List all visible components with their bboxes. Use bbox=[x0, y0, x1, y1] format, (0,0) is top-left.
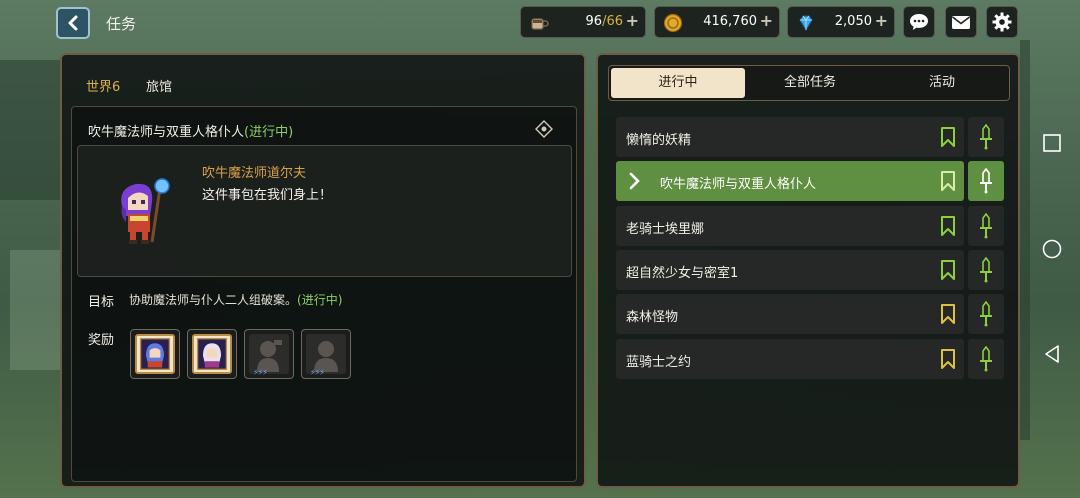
gold-coin-icon bbox=[663, 13, 683, 33]
objective-description: 协助魔法师与仆人二人组破案。 bbox=[129, 293, 298, 307]
place-label: 旅馆 bbox=[146, 80, 173, 95]
sword-icon bbox=[980, 124, 992, 150]
sword-icon bbox=[980, 346, 992, 372]
sword-icon bbox=[980, 301, 992, 327]
coffee-cup-icon bbox=[531, 18, 549, 30]
sword-icon bbox=[980, 213, 992, 239]
quest-track-button[interactable] bbox=[968, 206, 1004, 246]
bookmark-icon[interactable] bbox=[940, 216, 956, 236]
gem-add-button[interactable]: + bbox=[875, 11, 888, 30]
back-triangle-icon[interactable] bbox=[1041, 343, 1063, 365]
quest-name: 森林怪物 bbox=[626, 310, 679, 325]
objective-status: (进行中) bbox=[297, 293, 343, 307]
tab-all-quests[interactable]: 全部任务 bbox=[743, 68, 877, 98]
bookmark-icon[interactable] bbox=[940, 260, 956, 280]
quest-name: 蓝骑士之约 bbox=[626, 355, 692, 370]
npc-name: 吹牛魔法师道尔夫 bbox=[202, 166, 307, 181]
quest-list-item[interactable]: 老骑士埃里娜 bbox=[616, 206, 964, 246]
wizard-npc-sprite bbox=[121, 178, 170, 244]
objective-text: 协助魔法师与仆人二人组破案。(进行中) bbox=[129, 291, 342, 308]
hero-card-icon bbox=[135, 334, 175, 374]
quest-track-button[interactable] bbox=[968, 117, 1004, 157]
quest-list-item[interactable]: 森林怪物 bbox=[616, 294, 964, 334]
reward-slot[interactable]: ⚡⚡⚡ bbox=[301, 329, 351, 379]
quest-track-button[interactable] bbox=[968, 339, 1004, 379]
background-scenery bbox=[10, 250, 60, 370]
gem-value: 2,050 bbox=[834, 14, 872, 29]
quest-track-button[interactable] bbox=[968, 161, 1004, 201]
npc-dialog-box: 吹牛魔法师道尔夫 这件事包在我们身上！ bbox=[77, 145, 572, 277]
tab-events[interactable]: 活动 bbox=[875, 68, 1009, 98]
quest-list-item[interactable]: 蓝骑士之约 bbox=[616, 339, 964, 379]
quest-list-item-selected[interactable]: 吹牛魔法师与双重人格仆人 bbox=[616, 161, 964, 201]
stamina-counter[interactable]: 96/66 + bbox=[520, 6, 646, 38]
reward-label: 奖励 bbox=[88, 333, 115, 348]
settings-button[interactable] bbox=[986, 6, 1018, 38]
quest-status: (进行中) bbox=[244, 125, 294, 140]
stamina-add-button[interactable]: + bbox=[626, 11, 639, 30]
quest-list-item[interactable]: 超自然少女与密室1 bbox=[616, 250, 964, 290]
gold-add-button[interactable]: + bbox=[760, 11, 773, 30]
locate-target-icon[interactable] bbox=[535, 120, 553, 138]
chat-bubble-icon bbox=[910, 14, 928, 30]
gold-counter[interactable]: 416,760 + bbox=[654, 6, 780, 38]
npc-dialogue: 这件事包在我们身上！ bbox=[202, 188, 333, 203]
reward-grade: ⚡⚡⚡ bbox=[310, 368, 325, 377]
tab-in-progress[interactable]: 进行中 bbox=[611, 68, 745, 98]
recent-apps-icon[interactable] bbox=[1041, 132, 1063, 154]
chat-button[interactable] bbox=[903, 6, 935, 38]
reward-slot[interactable] bbox=[187, 329, 237, 379]
quest-track-button[interactable] bbox=[968, 294, 1004, 334]
sword-icon bbox=[980, 257, 992, 283]
quest-name: 超自然少女与密室1 bbox=[626, 266, 739, 281]
world-label: 世界6 bbox=[86, 80, 121, 95]
quest-name: 老骑士埃里娜 bbox=[626, 222, 705, 237]
reward-grade: ⚡⚡⚡ bbox=[253, 368, 268, 377]
quest-detail-panel: 世界6 旅馆 吹牛魔法师与双重人格仆人(进行中) 吹牛魔法师道尔夫 这件事包在我… bbox=[60, 53, 586, 488]
quest-tabs: 进行中 全部任务 活动 bbox=[608, 65, 1010, 101]
bookmark-icon[interactable] bbox=[940, 349, 956, 369]
back-button[interactable] bbox=[56, 7, 90, 39]
mail-button[interactable] bbox=[945, 6, 977, 38]
diamond-gem-icon bbox=[799, 15, 813, 31]
background-scenery bbox=[0, 60, 60, 200]
system-nav-bar bbox=[1025, 0, 1080, 498]
page-title: 任务 bbox=[106, 15, 137, 33]
reward-slot[interactable] bbox=[130, 329, 180, 379]
stamina-current: 96 bbox=[585, 14, 603, 29]
home-icon[interactable] bbox=[1041, 238, 1063, 260]
quest-name: 懒惰的妖精 bbox=[626, 133, 692, 148]
gold-value: 416,760 bbox=[703, 14, 757, 29]
chevron-left-icon bbox=[68, 15, 78, 31]
envelope-icon bbox=[952, 16, 970, 29]
quest-list-item[interactable]: 懒惰的妖精 bbox=[616, 117, 964, 157]
gear-icon bbox=[992, 12, 1012, 32]
quest-name: 吹牛魔法师与双重人格仆人 bbox=[660, 177, 817, 192]
quest-track-button[interactable] bbox=[968, 250, 1004, 290]
quest-detail-box: 吹牛魔法师与双重人格仆人(进行中) 吹牛魔法师道尔夫 这件事包在我们身上！ 目标… bbox=[71, 106, 577, 482]
sword-icon bbox=[980, 168, 992, 194]
quest-title: 吹牛魔法师与双重人格仆人(进行中) bbox=[88, 121, 293, 140]
bookmark-icon[interactable] bbox=[940, 127, 956, 147]
hero-card-icon bbox=[192, 334, 232, 374]
gem-counter[interactable]: 2,050 + bbox=[787, 6, 895, 38]
quest-list-panel: 进行中 全部任务 活动 懒惰的妖精 吹牛魔法师与双重人格仆人 老骑士埃里娜 超自… bbox=[596, 53, 1020, 488]
bookmark-icon[interactable] bbox=[940, 171, 956, 191]
objective-label: 目标 bbox=[88, 295, 115, 310]
quest-title-text: 吹牛魔法师与双重人格仆人 bbox=[88, 125, 245, 140]
bookmark-icon[interactable] bbox=[940, 304, 956, 324]
reward-slot[interactable]: ⚡⚡⚡ bbox=[244, 329, 294, 379]
stamina-max: 66 bbox=[606, 14, 623, 29]
chevron-right-icon bbox=[629, 172, 640, 190]
